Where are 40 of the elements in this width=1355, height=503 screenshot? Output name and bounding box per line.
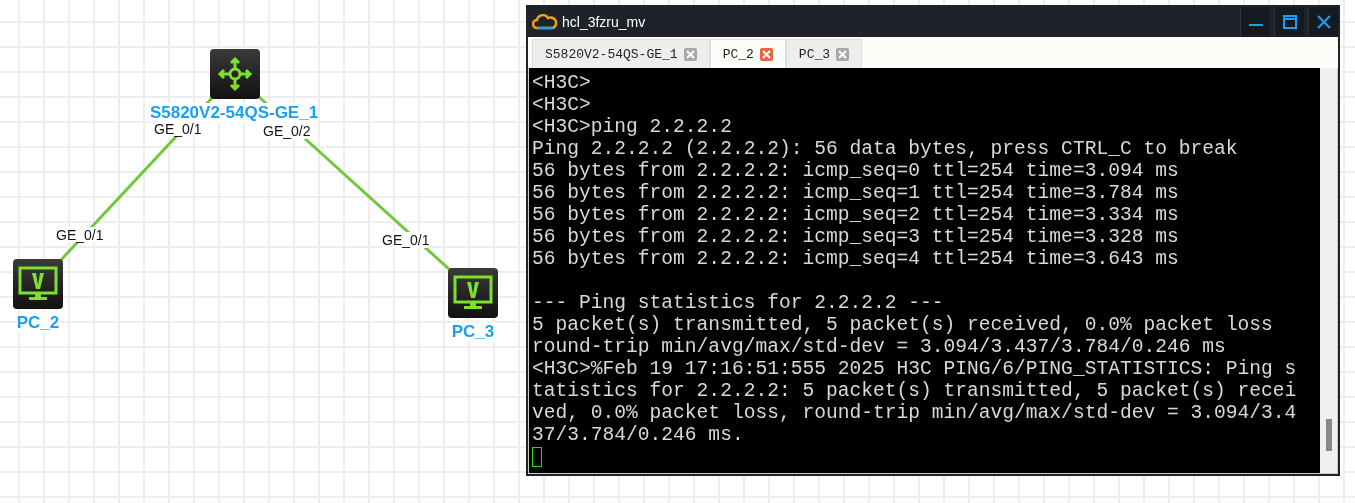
device-label: PC_2 <box>16 313 60 333</box>
terminal-line: 56 bytes from 2.2.2.2: icmp_seq=3 ttl=254 time=3.328 ms <box>532 226 1180 248</box>
terminal-line: 56 bytes from 2.2.2.2: icmp_seq=2 ttl=254 time=3.334 ms <box>532 204 1180 226</box>
pc-node[interactable] <box>448 268 498 318</box>
terminal-line: <H3C> <box>532 72 592 94</box>
device-label: PC_3 <box>451 322 495 342</box>
cloud-icon <box>532 14 558 30</box>
minimize-button[interactable] <box>1240 7 1270 37</box>
terminal-line: 56 bytes from 2.2.2.2: icmp_seq=0 ttl=254 time=3.094 ms <box>532 160 1180 182</box>
close-icon[interactable] <box>759 47 773 61</box>
terminal-line: Ping 2.2.2.2 (2.2.2.2): 56 data bytes, press CTRL_C to break <box>532 138 1239 160</box>
terminal-line: round-trip min/avg/max/std-dev = 3.094/3.437/3.784/0.246 ms <box>532 336 1227 358</box>
port-label: GE_0/2 <box>263 123 311 139</box>
maximize-button[interactable] <box>1274 7 1304 37</box>
text-cursor <box>532 447 542 467</box>
tab[interactable]: S5820V2-54QS-GE_1 <box>532 39 710 68</box>
terminal-line: 5 packet(s) transmitted, 5 packet(s) received, 0.0% packet loss <box>532 314 1274 336</box>
port-label: GE_0/1 <box>56 227 104 243</box>
terminal-line: tatistics for 2.2.2.2: 5 packet(s) transmitted, 5 packet(s) recei <box>532 380 1298 402</box>
terminal-line: --- Ping statistics for 2.2.2.2 --- <box>532 292 945 314</box>
terminal-line: ved, 0.0% packet loss, round-trip min/avg/max/std-dev = 3.094/3.4 <box>532 402 1298 424</box>
scrollbar[interactable] <box>1320 68 1337 473</box>
device-label: S5820V2-54QS-GE_1 <box>149 103 319 123</box>
router-icon <box>217 56 253 92</box>
close-icon <box>1315 14 1332 30</box>
terminal-line: 56 bytes from 2.2.2.2: icmp_seq=1 ttl=254 time=3.784 ms <box>532 182 1180 204</box>
terminal-line: <H3C> <box>532 94 592 116</box>
pc-node[interactable] <box>13 259 63 309</box>
minimize-icon <box>1248 24 1263 26</box>
window-title: hcl_3fzru_mv <box>562 14 647 30</box>
terminal-line: 37/3.784/0.246 ms. <box>532 424 745 446</box>
maximize-icon <box>1281 14 1298 30</box>
terminal-line: <H3C>%Feb 19 17:16:51:555 2025 H3C PING/6/PING_STATISTICS: Ping s <box>532 358 1298 380</box>
tab[interactable]: PC_2 <box>709 39 786 68</box>
terminal-line: 56 bytes from 2.2.2.2: icmp_seq=4 ttl=254 time=3.643 ms <box>532 248 1180 270</box>
switch-node[interactable] <box>210 49 260 99</box>
terminal-line: <H3C>ping 2.2.2.2 <box>532 116 733 138</box>
port-label: GE_0/1 <box>382 232 430 248</box>
tab[interactable]: PC_3 <box>785 39 863 68</box>
close-button[interactable] <box>1308 7 1338 37</box>
